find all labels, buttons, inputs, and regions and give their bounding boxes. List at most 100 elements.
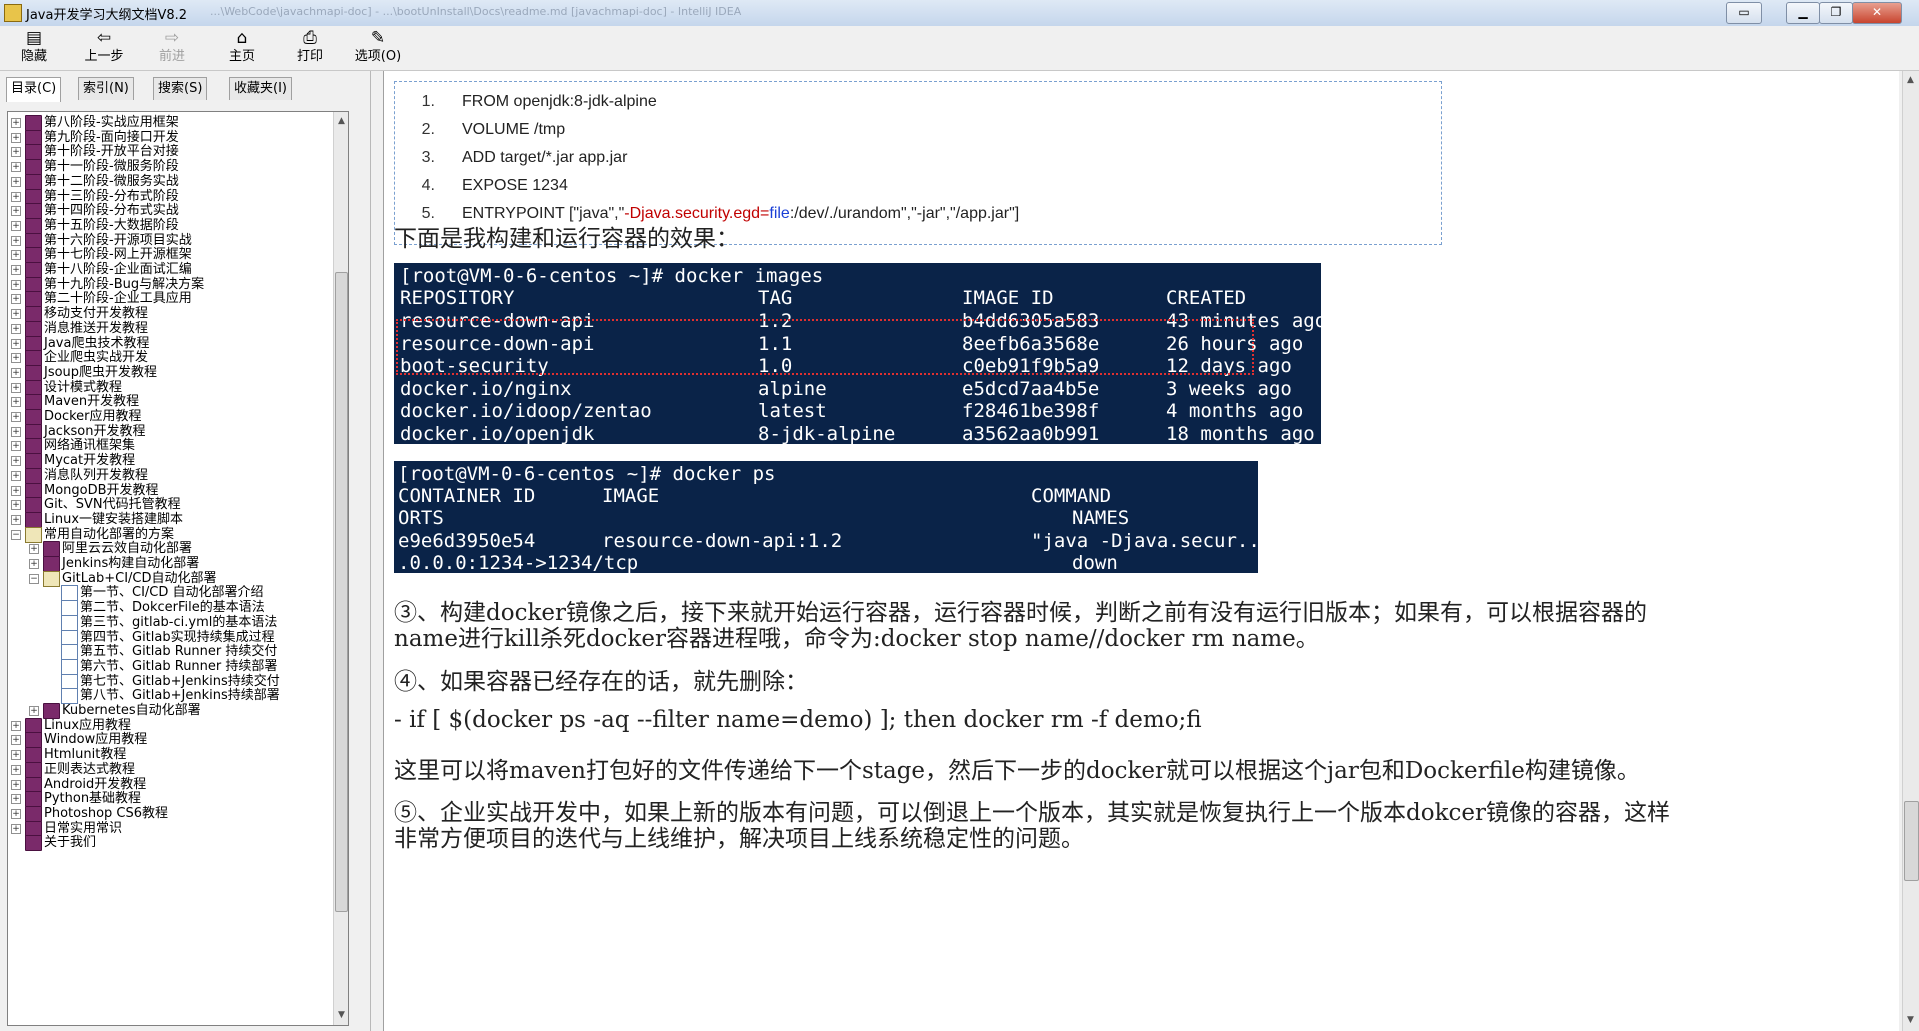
expand-icon[interactable]: +: [11, 220, 21, 231]
expand-icon[interactable]: +: [11, 367, 21, 378]
expand-icon[interactable]: +: [11, 279, 21, 290]
page-icon: [61, 673, 78, 690]
book-icon: [25, 144, 42, 161]
expand-icon[interactable]: +: [11, 779, 21, 790]
expand-icon[interactable]: +: [11, 147, 21, 158]
forward-button[interactable]: ⇨ 前进: [142, 28, 202, 68]
expand-icon[interactable]: +: [11, 823, 21, 834]
expand-icon[interactable]: +: [11, 808, 21, 819]
expand-icon[interactable]: +: [11, 176, 21, 187]
expand-icon[interactable]: +: [29, 706, 39, 716]
collapse-icon[interactable]: −: [29, 573, 39, 584]
expand-icon[interactable]: +: [29, 544, 39, 555]
tab-index[interactable]: 索引(N): [78, 77, 134, 100]
expand-icon[interactable]: +: [11, 500, 21, 511]
scroll-up-icon[interactable]: ▲: [1905, 73, 1916, 87]
expand-icon[interactable]: +: [11, 750, 21, 761]
page-icon: [61, 658, 78, 675]
tab-contents[interactable]: 目录(C): [6, 77, 62, 102]
scroll-down-icon[interactable]: ▼: [1905, 1013, 1916, 1027]
expand-icon[interactable]: +: [11, 470, 21, 481]
page-icon: [61, 600, 78, 617]
maximize-button[interactable]: ❐: [1819, 2, 1853, 24]
expand-icon[interactable]: +: [11, 412, 21, 422]
home-icon: ⌂: [236, 28, 248, 48]
options-button[interactable]: ✎ 选项(O): [348, 28, 408, 68]
expand-icon[interactable]: +: [11, 206, 21, 217]
expand-icon[interactable]: +: [11, 323, 21, 334]
expand-icon[interactable]: +: [11, 426, 21, 437]
book-icon: [25, 217, 42, 234]
expand-icon[interactable]: +: [11, 162, 21, 173]
tab-favorites[interactable]: 收藏夹(I): [229, 77, 292, 100]
expand-icon[interactable]: +: [11, 353, 21, 364]
book-icon: [25, 820, 42, 837]
book-icon: [25, 247, 42, 264]
expand-icon[interactable]: +: [11, 764, 21, 775]
book-icon: [25, 159, 42, 176]
close-button[interactable]: ✕: [1852, 2, 1902, 24]
expand-icon[interactable]: +: [11, 441, 21, 452]
book-icon: [25, 379, 42, 396]
restore-small-button[interactable]: ▭: [1726, 2, 1762, 24]
minimize-button[interactable]: ▁: [1786, 2, 1820, 24]
expand-icon[interactable]: +: [11, 514, 21, 525]
expand-icon[interactable]: +: [11, 235, 21, 246]
paragraph-step3-line2: name进行kill杀死docker容器进程哦，命令为:docker stop …: [394, 626, 1319, 652]
expand-icon[interactable]: +: [11, 265, 21, 275]
back-arrow-icon: ⇦: [96, 28, 112, 48]
expand-icon[interactable]: +: [11, 382, 21, 393]
paragraph-step4: ④、如果容器已经存在的话，就先删除：: [394, 669, 808, 695]
content-scrollbar[interactable]: ▲ ▼: [1902, 71, 1919, 1031]
expand-icon[interactable]: +: [29, 559, 39, 569]
book-icon: [25, 438, 42, 455]
home-button[interactable]: ⌂ 主页: [212, 28, 272, 68]
paragraph-maven: 这里可以将maven打包好的文件传递给下一个stage，然后下一步的docker…: [394, 758, 1640, 784]
expand-icon[interactable]: +: [11, 397, 21, 408]
expand-icon[interactable]: +: [11, 132, 21, 143]
book-icon: [25, 453, 42, 470]
book-icon: [25, 761, 42, 778]
book-icon: [25, 805, 42, 822]
hide-button[interactable]: ▤ 隐藏: [4, 28, 64, 68]
expand-icon[interactable]: +: [11, 118, 21, 128]
expand-icon[interactable]: +: [11, 485, 21, 496]
tree-scrollbar[interactable]: ▲ ▼: [333, 112, 348, 1025]
app-icon: [4, 4, 22, 22]
tree-item-label: 关于我们: [44, 835, 97, 851]
paragraph-effect: 下面是我构建和运行容器的效果：: [394, 226, 739, 252]
scroll-up-icon[interactable]: ▲: [336, 114, 347, 128]
book-icon: [25, 497, 42, 514]
back-button[interactable]: ⇦ 上一步: [74, 28, 134, 68]
expand-icon[interactable]: +: [11, 794, 21, 805]
open-book-icon: [43, 570, 60, 587]
toolbar: ▤ 隐藏 ⇦ 上一步 ⇨ 前进 ⌂ 主页 ⎙ 打印 ✎ 选项(O): [0, 26, 1919, 71]
expand-icon[interactable]: +: [11, 720, 21, 731]
highlight-box: [396, 319, 1254, 375]
expand-icon[interactable]: +: [11, 735, 21, 746]
command-line: - if [ $(docker ps -aq --filter name=dem…: [394, 707, 1202, 733]
expand-icon[interactable]: +: [11, 338, 21, 349]
book-icon: [43, 556, 60, 572]
terminal-docker-ps: [root@VM-0-6-centos ~]# docker ps CONTAI…: [394, 461, 1258, 573]
book-icon: [25, 291, 42, 308]
book-icon: [25, 732, 42, 749]
page-icon: [61, 585, 78, 602]
book-icon: [43, 541, 60, 558]
expand-icon[interactable]: +: [11, 250, 21, 261]
book-icon: [25, 409, 42, 425]
expand-icon[interactable]: +: [11, 309, 21, 320]
book-icon: [25, 173, 42, 190]
print-button[interactable]: ⎙ 打印: [280, 28, 340, 68]
expand-icon[interactable]: +: [11, 456, 21, 467]
expand-icon[interactable]: +: [11, 294, 21, 305]
content-scroll-thumb[interactable]: [1904, 801, 1919, 881]
scroll-down-icon[interactable]: ▼: [336, 1008, 347, 1022]
expand-icon[interactable]: +: [11, 191, 21, 202]
book-icon: [25, 423, 42, 440]
contents-tree: + 第八阶段-实战应用框架 + 第九阶段-面向接口开发 + 第十阶段-开放平台对接 + 第十一…: [7, 111, 349, 1026]
collapse-icon[interactable]: −: [11, 529, 21, 540]
background-window-title: ...\WebCode\javachmapi-doc] - ...\bootUn…: [210, 5, 742, 18]
tree-scroll-thumb[interactable]: [335, 272, 348, 912]
tab-search[interactable]: 搜索(S): [153, 77, 208, 100]
